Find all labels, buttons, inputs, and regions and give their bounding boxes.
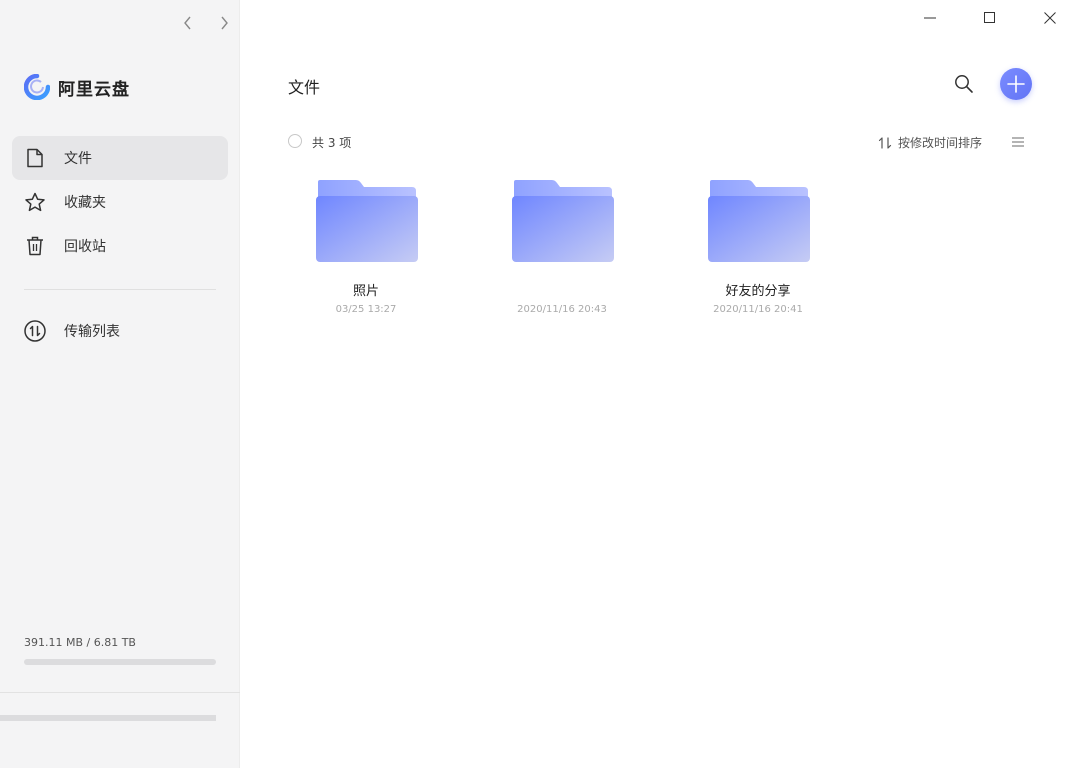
- list-view-icon: [1012, 137, 1024, 147]
- sidebar-item-files[interactable]: 文件: [12, 136, 228, 180]
- sidebar-item-transfer[interactable]: 传输列表: [12, 309, 228, 353]
- folder-item[interactable]: 2020/11/16 20:43: [484, 176, 640, 326]
- star-icon: [24, 191, 46, 213]
- sidebar-item-favorites[interactable]: 收藏夹: [12, 180, 228, 224]
- minimize-button[interactable]: [900, 0, 960, 36]
- folder-icon: [512, 180, 614, 262]
- close-button[interactable]: [1020, 0, 1080, 36]
- folder-item[interactable]: 照片 03/25 13:27: [288, 176, 444, 326]
- sidebar-item-trash[interactable]: 回收站: [12, 224, 228, 268]
- folder-name: 好友的分享: [725, 284, 791, 299]
- search-button[interactable]: [950, 70, 978, 98]
- storage-usage-bar: [24, 659, 216, 665]
- app-name: 阿里云盘: [58, 79, 130, 100]
- maximize-button[interactable]: [960, 0, 1020, 36]
- close-icon: [1044, 12, 1056, 24]
- sidebar-item-label: 收藏夹: [64, 195, 106, 211]
- sort-icon: [878, 136, 892, 149]
- sort-button[interactable]: 按修改时间排序: [878, 134, 982, 151]
- storage-usage-text: 391.11 MB / 6.81 TB: [24, 636, 136, 649]
- sidebar: 阿里云盘 文件 收藏夹 回收站 传输列表 391.11 MB / 6.81 TB: [0, 0, 240, 768]
- minimize-icon: [924, 17, 936, 19]
- window-controls: [900, 0, 1080, 36]
- folder-icon: [708, 180, 810, 262]
- file-toolbar: 共 3 项 按修改时间排序: [288, 132, 1032, 152]
- folder-modified-time: 03/25 13:27: [335, 304, 397, 315]
- page-title: 文件: [288, 78, 321, 97]
- chevron-right-icon: [221, 16, 228, 30]
- forward-button[interactable]: [214, 12, 234, 34]
- sidebar-bottom-bar: [0, 715, 216, 721]
- sort-label: 按修改时间排序: [898, 136, 983, 150]
- folder-item[interactable]: 好友的分享 2020/11/16 20:41: [680, 176, 836, 326]
- plus-icon: [1007, 75, 1025, 93]
- file-icon: [24, 147, 46, 169]
- transfer-section: 传输列表: [12, 309, 228, 353]
- sidebar-item-label: 文件: [64, 151, 92, 167]
- folder-modified-time: 2020/11/16 20:41: [713, 304, 803, 315]
- sidebar-item-label: 回收站: [64, 239, 106, 255]
- folder-icon: [316, 180, 418, 262]
- transfer-icon: [24, 320, 46, 342]
- logo-icon: [24, 74, 50, 100]
- sidebar-menu: 文件 收藏夹 回收站: [12, 136, 228, 268]
- trash-icon: [24, 235, 46, 257]
- sidebar-bottom-divider: [0, 692, 240, 693]
- view-toggle-button[interactable]: [1010, 134, 1026, 150]
- folder-name: 照片: [352, 284, 379, 299]
- sidebar-divider: [24, 289, 216, 290]
- search-icon: [955, 75, 973, 93]
- sidebar-item-label: 传输列表: [64, 324, 120, 340]
- back-button[interactable]: [178, 12, 198, 34]
- history-nav: [178, 12, 234, 34]
- brand: 阿里云盘: [24, 74, 130, 100]
- add-button[interactable]: [1000, 68, 1032, 100]
- folder-modified-time: 2020/11/16 20:43: [517, 304, 607, 315]
- item-count: 共 3 项: [312, 136, 352, 150]
- chevron-left-icon: [184, 16, 191, 30]
- select-all-checkbox[interactable]: [288, 134, 302, 148]
- maximize-icon: [984, 12, 995, 23]
